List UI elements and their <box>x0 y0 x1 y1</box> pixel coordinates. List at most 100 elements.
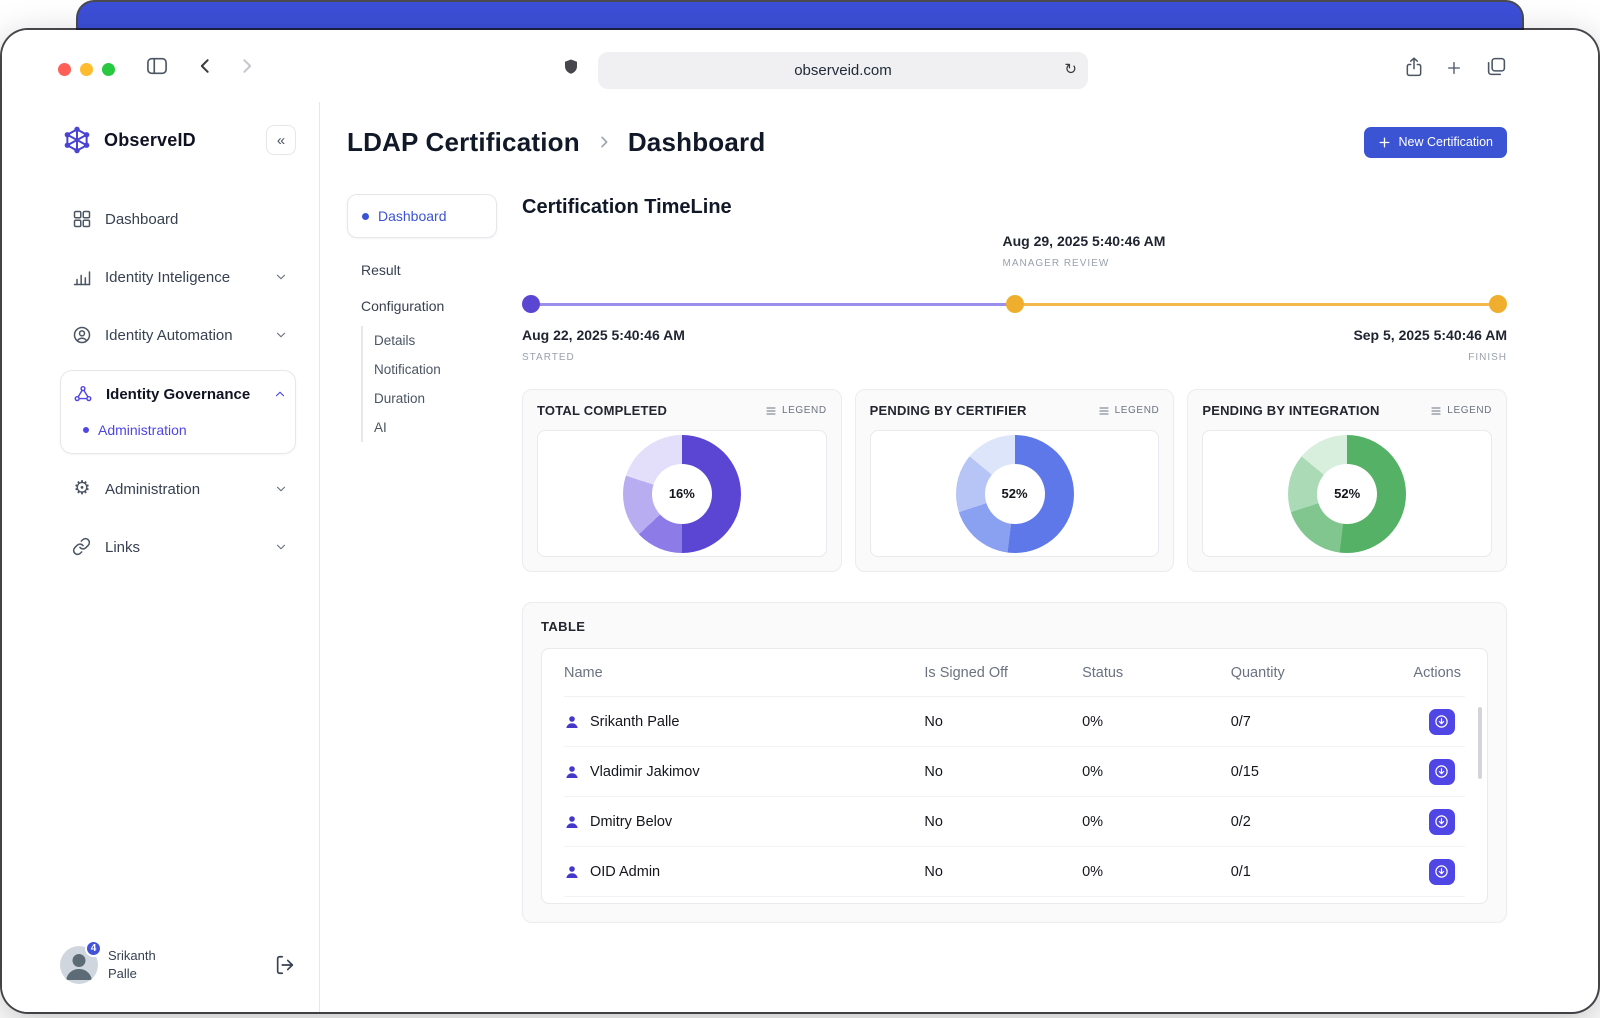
user-icon <box>564 714 580 730</box>
table-row[interactable]: Vladimir Jakimov No 0% 0/15 <box>564 747 1465 797</box>
sidebar-item-identity-governance[interactable]: Identity Governance <box>61 371 295 417</box>
subnav-item-details[interactable]: Details <box>374 326 497 355</box>
sidebar-item-label: Identity Inteligence <box>105 269 230 286</box>
sidebar-item-identity-inteligence[interactable]: Identity Inteligence <box>60 254 296 300</box>
minimize-window-button[interactable] <box>80 63 93 76</box>
cell-name: Dmitry Belov <box>590 814 672 830</box>
tab-overview-icon[interactable] <box>1486 56 1507 77</box>
page-title: Dashboard <box>628 127 766 158</box>
legend-icon <box>765 405 777 417</box>
cell-quantity: 0/1 <box>1231 864 1389 880</box>
breadcrumb-parent[interactable]: LDAP Certification <box>347 127 580 158</box>
url-text: observeid.com <box>794 62 892 79</box>
donut-chart-pending-by-integration: 52% <box>1288 435 1406 553</box>
sidebar-item-administration[interactable]: ⚙ Administration <box>60 466 296 512</box>
brand: ObserveID « <box>60 116 296 164</box>
privacy-shield-icon[interactable] <box>562 57 580 77</box>
legend-button[interactable]: LEGEND <box>1098 405 1160 417</box>
window-controls <box>58 63 115 76</box>
new-tab-icon[interactable] <box>1446 60 1462 76</box>
sidebar-subitem-label: Administration <box>98 422 187 438</box>
table-card: TABLE Name Is Signed Off Status Quantity… <box>522 602 1507 923</box>
sidebar-item-label: Identity Automation <box>105 327 233 344</box>
table-card-title: TABLE <box>541 619 1488 634</box>
cell-name: Vladimir Jakimov <box>590 764 700 780</box>
timeline-title: Certification TimeLine <box>522 196 1507 219</box>
sidebar-item-label: Links <box>105 539 140 556</box>
cell-signed-off: No <box>924 764 1082 780</box>
user-icon <box>564 864 580 880</box>
timeline-dot-finish[interactable] <box>1489 295 1507 313</box>
cell-quantity: 0/2 <box>1231 814 1389 830</box>
breadcrumb-chevron-icon <box>596 134 612 150</box>
row-download-button[interactable] <box>1429 709 1455 735</box>
subnav-item-notification[interactable]: Notification <box>374 355 497 384</box>
gear-icon: ⚙ <box>72 479 92 499</box>
address-bar[interactable]: observeid.com ↻ <box>598 52 1088 89</box>
donut-center-label: 52% <box>1334 486 1360 501</box>
cell-quantity: 0/7 <box>1231 714 1389 730</box>
subnav-item-dashboard[interactable]: Dashboard <box>347 194 497 238</box>
refresh-icon[interactable]: ↻ <box>1064 60 1077 78</box>
sidebar-item-identity-automation[interactable]: Identity Automation <box>60 312 296 358</box>
share-icon[interactable] <box>1404 56 1424 78</box>
table-row[interactable]: OID Admin No 0% 0/1 <box>564 847 1465 897</box>
back-icon[interactable] <box>196 56 216 76</box>
legend-icon <box>1430 405 1442 417</box>
subnav-item-result[interactable]: Result <box>361 252 497 288</box>
row-download-button[interactable] <box>1429 809 1455 835</box>
legend-button[interactable]: LEGEND <box>765 405 827 417</box>
main-content: LDAP Certification Dashboard New Certifi… <box>320 102 1598 1012</box>
browser-toolbar: observeid.com ↻ <box>2 30 1598 102</box>
timeline-dot-manager-review[interactable] <box>1006 295 1024 313</box>
close-window-button[interactable] <box>58 63 71 76</box>
table-header-row: Name Is Signed Off Status Quantity Actio… <box>564 649 1465 697</box>
cell-status: 0% <box>1082 814 1231 830</box>
certification-timeline: Aug 29, 2025 5:40:46 AM MANAGER REVIEW A… <box>522 231 1507 383</box>
certifiers-table: Name Is Signed Off Status Quantity Actio… <box>541 648 1488 904</box>
table-row[interactable]: Dmitry Belov No 0% 0/2 <box>564 797 1465 847</box>
user-icon <box>564 814 580 830</box>
collapse-icon: « <box>277 132 285 149</box>
user-row: 4 Srikanth Palle <box>60 946 296 984</box>
chevron-down-icon <box>274 540 288 554</box>
donut-center-label: 52% <box>1001 486 1027 501</box>
legend-button[interactable]: LEGEND <box>1430 405 1492 417</box>
chevron-down-icon <box>274 482 288 496</box>
user-name: Srikanth Palle <box>108 947 156 982</box>
subnav-item-configuration[interactable]: Configuration <box>361 288 497 324</box>
sidebar-group-identity-governance: Identity Governance Administration <box>60 370 296 454</box>
subnav-item-duration[interactable]: Duration <box>374 384 497 413</box>
stat-card-title: PENDING BY CERTIFIER <box>870 403 1027 418</box>
table-row[interactable]: Srikanth Palle No 0% 0/7 <box>564 697 1465 747</box>
cell-name: Srikanth Palle <box>590 714 679 730</box>
cell-signed-off: No <box>924 714 1082 730</box>
table-scrollbar[interactable] <box>1478 707 1482 779</box>
row-download-button[interactable] <box>1429 759 1455 785</box>
column-header-quantity: Quantity <box>1231 665 1389 681</box>
stat-card-title: TOTAL COMPLETED <box>537 403 667 418</box>
row-download-button[interactable] <box>1429 859 1455 885</box>
forward-icon[interactable] <box>236 56 256 76</box>
grid-icon <box>72 209 92 229</box>
avatar[interactable]: 4 <box>60 946 98 984</box>
sidebar-item-label: Administration <box>105 481 200 498</box>
zoom-window-button[interactable] <box>102 63 115 76</box>
cell-signed-off: No <box>924 864 1082 880</box>
breadcrumb: LDAP Certification Dashboard <box>347 127 765 158</box>
network-icon <box>73 384 93 404</box>
stat-card-total-completed: TOTAL COMPLETED LEGEND 16% <box>522 389 842 572</box>
sidebar-item-dashboard[interactable]: Dashboard <box>60 196 296 242</box>
toolbar-sidebar-icon[interactable] <box>146 56 168 76</box>
browser-window: observeid.com ↻ <box>2 30 1598 1012</box>
sidebar-item-links[interactable]: Links <box>60 524 296 570</box>
timeline-dot-start[interactable] <box>522 295 540 313</box>
new-certification-button[interactable]: New Certification <box>1364 127 1507 158</box>
subnav-item-ai[interactable]: AI <box>374 413 497 442</box>
bar-chart-icon <box>72 267 92 287</box>
logout-icon[interactable] <box>274 954 296 976</box>
new-certification-label: New Certification <box>1399 135 1493 149</box>
sidebar-collapse-button[interactable]: « <box>266 125 296 155</box>
sidebar-item-administration-sub[interactable]: Administration <box>61 417 295 443</box>
cell-signed-off: No <box>924 814 1082 830</box>
